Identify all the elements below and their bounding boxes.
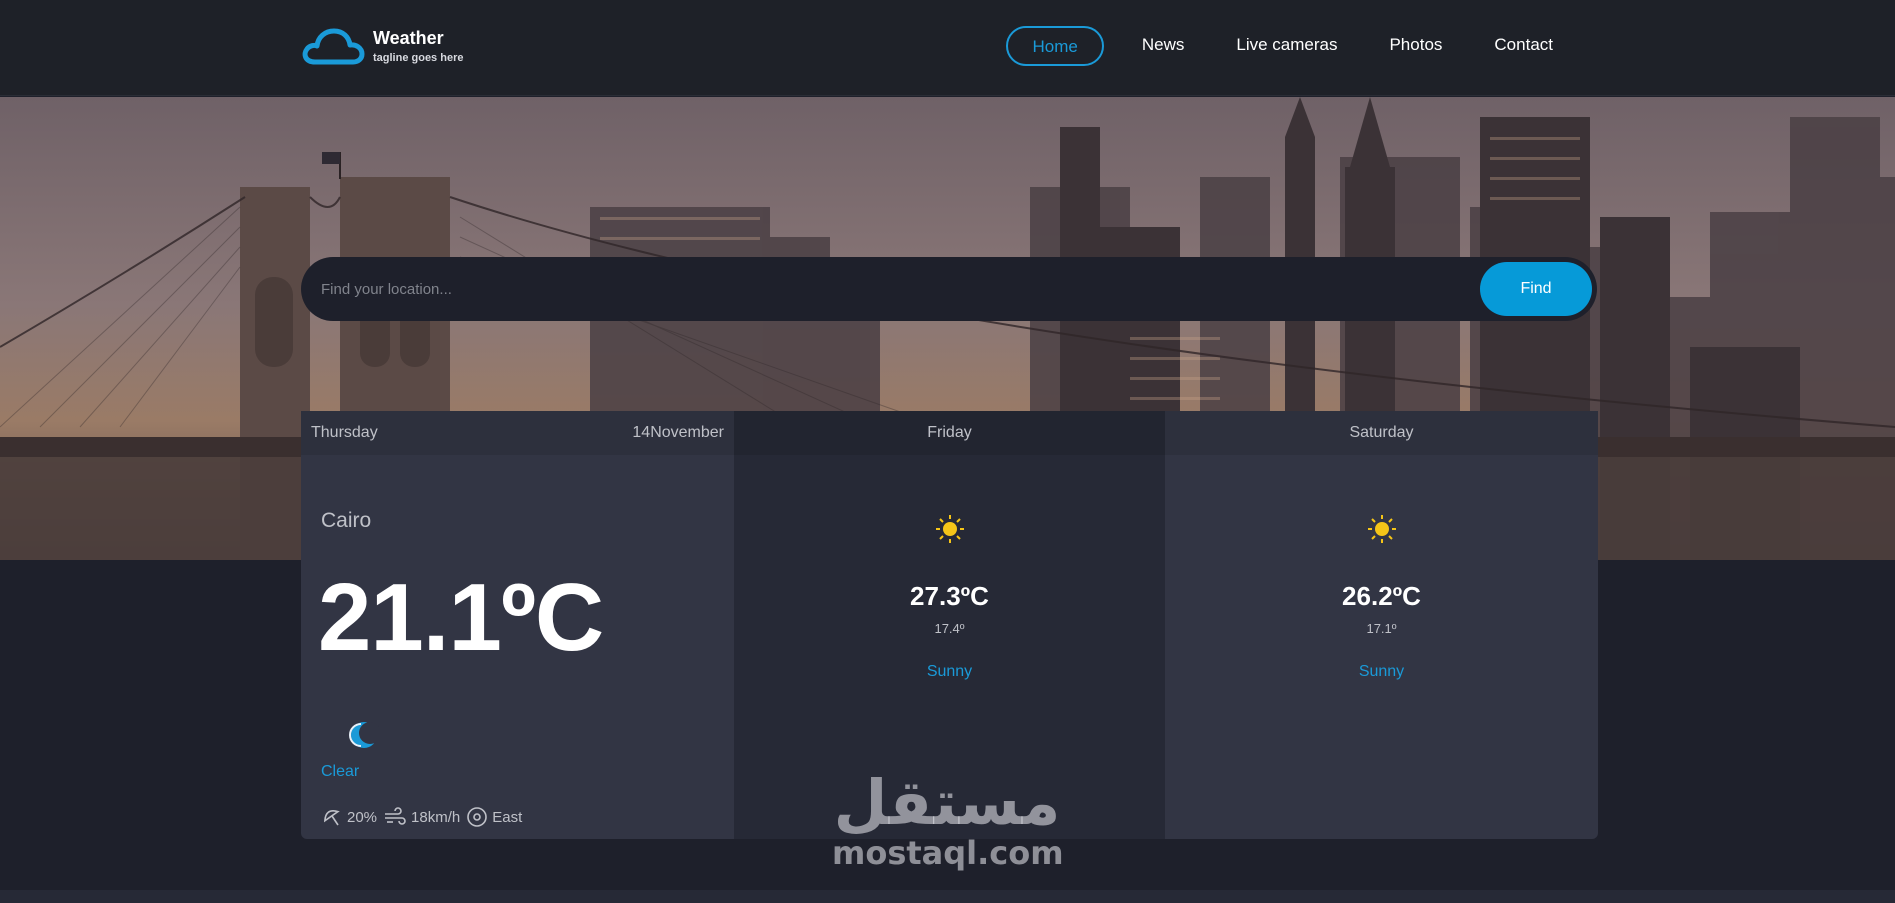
nav-news[interactable]: News bbox=[1116, 26, 1211, 66]
wind-icon bbox=[383, 806, 407, 828]
location-search-input[interactable] bbox=[321, 257, 1471, 321]
forecast-day-1-high: 27.3ºC bbox=[910, 581, 989, 611]
watermark: مستقل mostaql.com bbox=[832, 766, 1064, 872]
forecast-day-1-condition: Sunny bbox=[926, 663, 973, 680]
current-temperature: 21.1ºC bbox=[318, 564, 604, 671]
forecast-day-2-high: 26.2ºC bbox=[1342, 581, 1421, 611]
nav-contact[interactable]: Contact bbox=[1468, 26, 1579, 66]
humidity-value: 20% bbox=[347, 808, 378, 826]
location-search-bar: Find bbox=[301, 257, 1597, 321]
moon-icon bbox=[349, 722, 379, 748]
watermark-arabic: مستقل bbox=[833, 766, 1061, 839]
umbrella-icon bbox=[321, 806, 343, 828]
watermark-latin: mostaql.com bbox=[832, 834, 1064, 872]
nav-home[interactable]: Home bbox=[1006, 26, 1104, 66]
forecast-today: Thursday 14November Cairo 21.1ºC Clear 2… bbox=[301, 411, 734, 839]
forecast-day-1-header: Friday bbox=[734, 411, 1165, 455]
sun-icon bbox=[935, 515, 964, 543]
today-day: Thursday bbox=[311, 424, 378, 441]
forecast-today-header: Thursday 14November bbox=[301, 411, 734, 455]
nav-live-cameras[interactable]: Live cameras bbox=[1210, 26, 1363, 66]
main-nav: Home News Live cameras Photos Contact bbox=[1006, 26, 1579, 66]
compass-icon bbox=[466, 806, 488, 828]
forecast-day-2: Saturday 26.2ºC 17.1º Sunny bbox=[1165, 411, 1598, 839]
today-date: 14November bbox=[632, 424, 724, 441]
brand[interactable]: Weather tagline goes here bbox=[301, 26, 463, 66]
forecast-day-2-low: 17.1º bbox=[1366, 621, 1397, 636]
forecast-day-2-header: Saturday bbox=[1165, 411, 1598, 455]
sun-icon bbox=[1367, 515, 1396, 543]
today-condition: Clear bbox=[321, 763, 360, 780]
forecast-day-1-low: 17.4º bbox=[934, 621, 965, 636]
site-tagline: tagline goes here bbox=[373, 52, 464, 64]
today-details: 20% 18km/h East bbox=[321, 806, 528, 828]
footer-strip bbox=[0, 890, 1895, 903]
site-header: Weather tagline goes here Home News Live… bbox=[0, 0, 1895, 96]
site-title: Weather bbox=[373, 28, 444, 48]
wind-direction-value: East bbox=[492, 808, 523, 826]
city-name: Cairo bbox=[321, 509, 372, 532]
find-button[interactable]: Find bbox=[1480, 262, 1592, 316]
wind-speed-value: 18km/h bbox=[411, 808, 461, 826]
cloud-icon bbox=[302, 28, 365, 65]
nav-photos[interactable]: Photos bbox=[1363, 26, 1468, 66]
forecast-day-2-condition: Sunny bbox=[1358, 663, 1405, 680]
